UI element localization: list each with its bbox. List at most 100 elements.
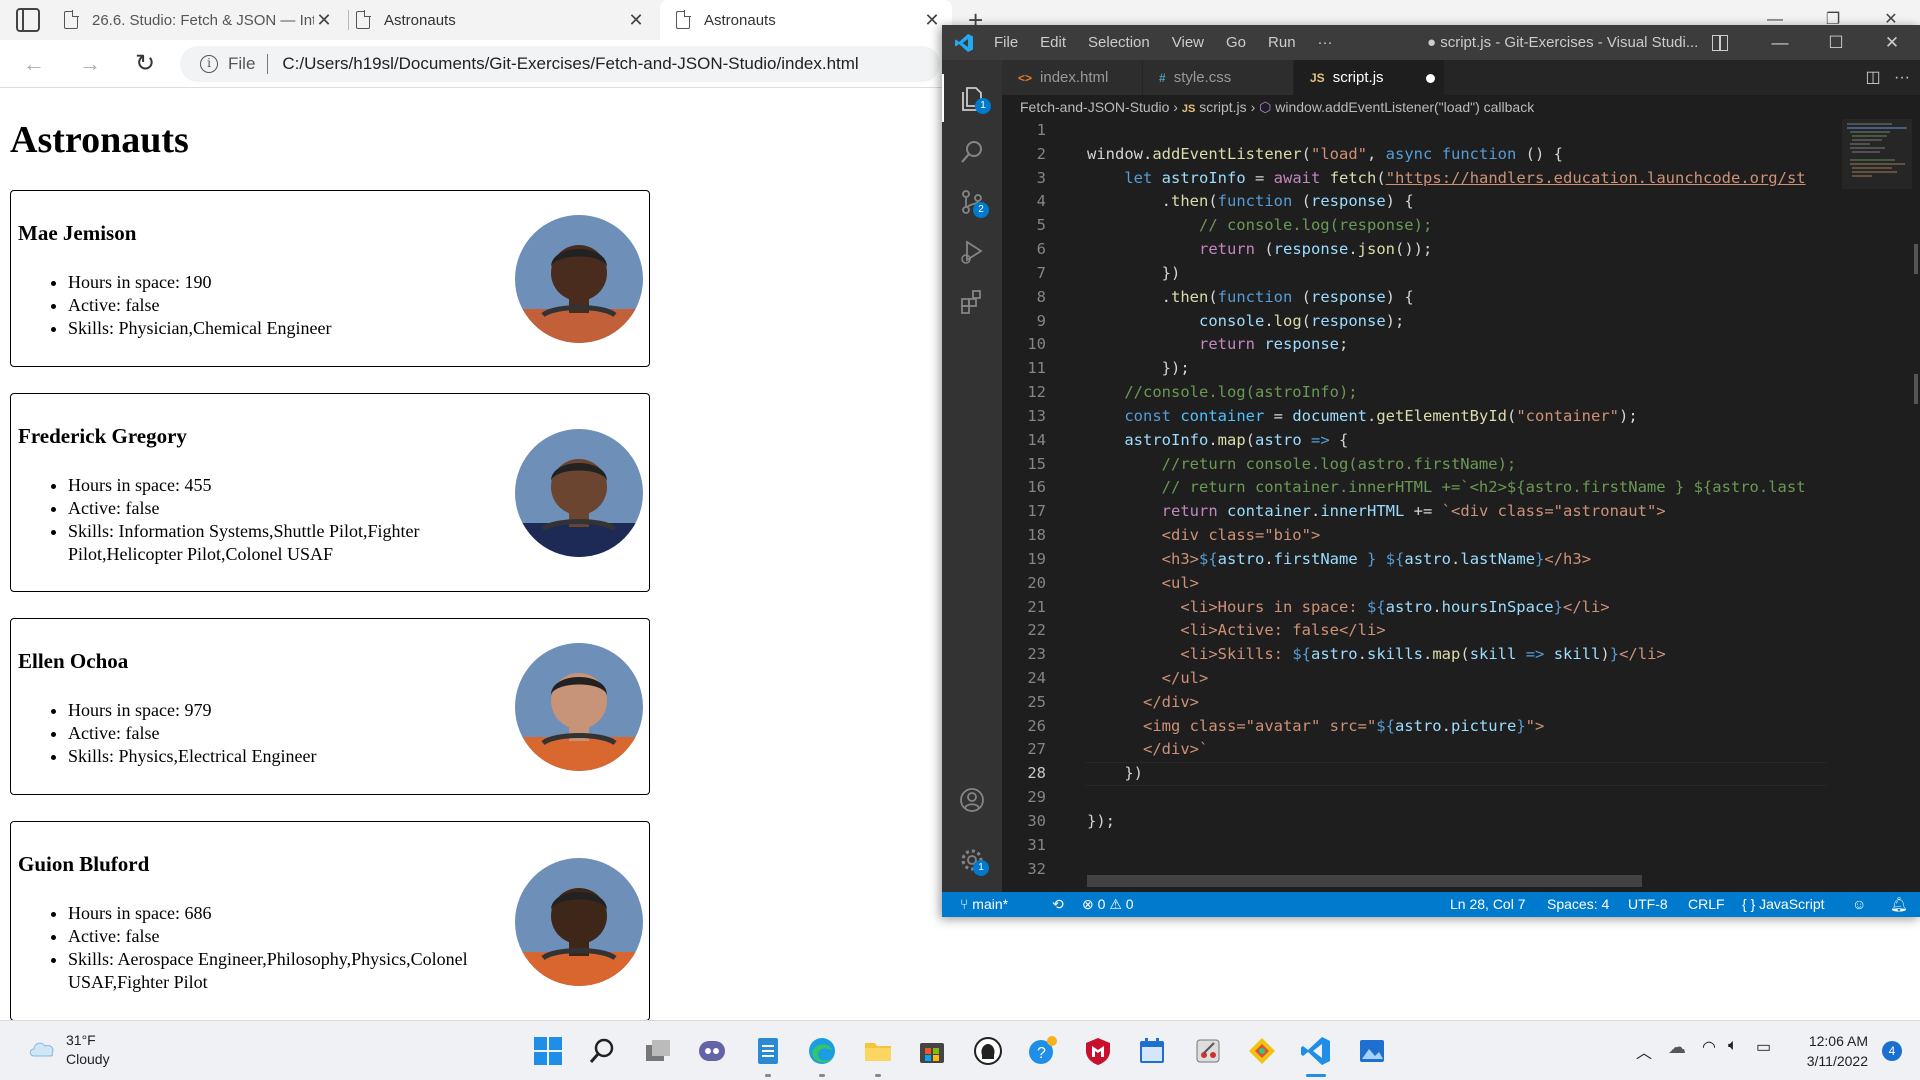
code-line: 1 <box>1002 119 1842 143</box>
extensions-icon[interactable] <box>942 278 1002 326</box>
file-explorer-icon[interactable] <box>862 1035 894 1067</box>
encoding[interactable]: UTF-8 <box>1628 892 1668 917</box>
mcafee-shield-icon[interactable] <box>1082 1035 1114 1067</box>
menu-run[interactable]: Run <box>1268 34 1296 51</box>
tab-label: script.js <box>1332 69 1384 86</box>
line-ending[interactable]: CRLF <box>1688 892 1725 917</box>
browser-tab-astronauts[interactable]: Astronauts ✕ <box>356 0 656 40</box>
language-label: JavaScript <box>1759 896 1825 912</box>
unsaved-dot-icon[interactable] <box>1426 74 1435 83</box>
breadcrumb-file[interactable]: script.js <box>1199 99 1246 115</box>
manage-gear-icon[interactable]: 1 <box>942 836 1002 884</box>
sync-icon[interactable]: ⟲ <box>1052 892 1064 917</box>
calendar-icon[interactable] <box>1136 1035 1168 1067</box>
hours-in-space: Hours in space: 686 <box>68 902 528 925</box>
edge-browser-icon[interactable] <box>806 1035 838 1067</box>
minimize-icon[interactable]: — <box>1752 25 1808 60</box>
onedrive-cloud-icon[interactable]: ☁ <box>1668 1037 1686 1058</box>
weather-widget[interactable]: 31°F Cloudy <box>28 1031 110 1069</box>
page-icon <box>676 10 691 29</box>
tab-separator <box>348 10 349 30</box>
active-status: Active: false <box>68 497 528 520</box>
teams-chat-icon[interactable] <box>696 1035 728 1067</box>
notepad-icon[interactable] <box>752 1035 784 1067</box>
line-number: 16 <box>1027 478 1046 497</box>
menu-edit[interactable]: Edit <box>1040 34 1066 51</box>
vscode-logo-icon <box>955 34 973 52</box>
git-kraken-icon[interactable] <box>1246 1035 1278 1067</box>
maximize-icon[interactable]: ☐ <box>1808 25 1864 60</box>
line-number: 7 <box>1036 263 1046 282</box>
problems-status[interactable]: ⊗ 0 ⚠ 0 <box>1082 892 1134 917</box>
breadcrumb-folder[interactable]: Fetch-and-JSON-Studio <box>1020 99 1169 115</box>
tab-actions-icon[interactable] <box>16 8 40 32</box>
snipping-tool-icon[interactable] <box>1192 1035 1224 1067</box>
search-icon[interactable] <box>942 128 1002 176</box>
forward-arrow-icon[interactable]: → <box>76 50 104 78</box>
indentation[interactable]: Spaces: 4 <box>1547 892 1609 917</box>
feedback-icon[interactable]: ☺ <box>1852 892 1866 917</box>
line-number: 14 <box>1027 430 1046 449</box>
line-number: 6 <box>1036 240 1046 259</box>
language-mode[interactable]: { } JavaScript <box>1742 892 1825 917</box>
vertical-scrollbar[interactable] <box>1910 119 1920 879</box>
active-status: Active: false <box>68 294 528 317</box>
code-text: <li>Hours in space: ${astro.hoursInSpace… <box>1180 597 1610 616</box>
reload-icon[interactable]: ↻ <box>131 50 159 78</box>
close-tab-icon[interactable]: ✕ <box>314 10 334 31</box>
line-number: 27 <box>1027 740 1046 759</box>
split-editor-icon[interactable]: ◫ <box>1866 69 1881 86</box>
menu-file[interactable]: File <box>994 34 1018 51</box>
horizontal-scrollbar[interactable] <box>1087 875 1642 887</box>
info-icon[interactable]: i <box>200 55 218 73</box>
start-windows-icon[interactable] <box>532 1035 564 1067</box>
url-text: C:/Users/h19sl/Documents/Git-Exercises/F… <box>282 54 859 73</box>
code-text: }); <box>1087 811 1115 830</box>
bell-icon[interactable]: 🔔︎ <box>1890 892 1908 917</box>
menu-view[interactable]: View <box>1172 34 1204 51</box>
menu-selection[interactable]: Selection <box>1088 34 1150 51</box>
layout-icon[interactable] <box>1712 35 1728 51</box>
code-editor[interactable]: 1 2 window.addEventListener("load", async … <box>1002 119 1842 879</box>
close-window-icon[interactable]: ✕ <box>1864 25 1920 60</box>
cursor-position[interactable]: Ln 28, Col 7 <box>1450 892 1526 917</box>
volume-icon[interactable]: 🔈︎ <box>1728 1037 1738 1055</box>
tab-index-html[interactable]: <> index.html <box>1002 60 1142 95</box>
chevron-up-icon[interactable]: ︿ <box>1636 1039 1652 1063</box>
source-control-icon[interactable]: 2 <box>942 178 1002 226</box>
notification-badge[interactable]: 4 <box>1882 1041 1902 1061</box>
minimap[interactable] <box>1842 119 1912 879</box>
editor-tabs: <> index.html # style.css JS script.js ◫ ··… <box>1002 60 1920 95</box>
more-actions-icon[interactable]: ··· <box>1894 69 1910 86</box>
branch-status[interactable]: ⑂ main* <box>960 892 1008 917</box>
back-arrow-icon[interactable]: ← <box>20 50 48 78</box>
window-title: ● script.js - Git-Exercises - Visual Stu… <box>1427 34 1699 51</box>
explorer-icon[interactable]: 1 <box>942 74 1002 122</box>
browser-tab-astronauts-active[interactable]: Astronauts ✕ <box>660 0 952 40</box>
battery-icon[interactable]: ▭ <box>1756 1037 1771 1057</box>
code-line: 22 <li>Active: false</li> <box>1002 619 1842 643</box>
github-icon[interactable] <box>972 1035 1004 1067</box>
store-icon[interactable] <box>916 1035 948 1067</box>
tab-style-css[interactable]: # style.css <box>1143 60 1293 95</box>
menu-go[interactable]: Go <box>1226 34 1246 51</box>
close-tab-icon[interactable]: ✕ <box>922 10 942 31</box>
code-line: 9 console.log(response); <box>1002 310 1842 334</box>
code-text: <div class="bio"> <box>1161 526 1321 545</box>
accounts-icon[interactable] <box>942 776 1002 824</box>
breadcrumb-symbol[interactable]: window.addEventListener("load") callback <box>1275 99 1534 115</box>
clock[interactable]: 12:06 AM 3/11/2022 <box>1807 1031 1868 1071</box>
photos-icon[interactable] <box>1356 1035 1388 1067</box>
git-branch-icon: ⑂ <box>960 896 973 912</box>
help-icon[interactable]: ? <box>1026 1035 1058 1067</box>
url-field[interactable]: i File C:/Users/h19sl/Documents/Git-Exer… <box>180 46 940 82</box>
task-view-icon[interactable] <box>642 1035 674 1067</box>
browser-tab-studio[interactable]: 26.6. Studio: Fetch & JSON — Int ✕ <box>64 0 344 40</box>
search-icon[interactable] <box>586 1035 618 1067</box>
run-debug-icon[interactable] <box>942 228 1002 276</box>
close-tab-icon[interactable]: ✕ <box>626 10 646 31</box>
vscode-taskbar-icon[interactable] <box>1300 1035 1332 1067</box>
tab-script-js[interactable]: JS script.js <box>1294 60 1444 95</box>
menu-more[interactable]: ··· <box>1318 34 1333 51</box>
wifi-icon[interactable]: ◠ <box>1702 1037 1716 1057</box>
